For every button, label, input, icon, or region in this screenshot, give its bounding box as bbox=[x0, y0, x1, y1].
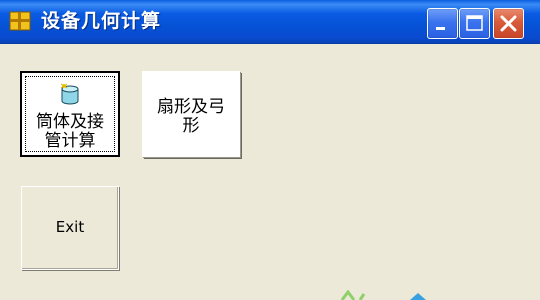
exit-button[interactable]: Exit bbox=[21, 186, 119, 270]
title-bar[interactable]: 设备几何计算 bbox=[0, 0, 540, 44]
sector-segment-button[interactable]: 扇形及弓 形 bbox=[142, 71, 240, 157]
close-button[interactable] bbox=[493, 8, 524, 39]
cylinder-label-line1: 筒体及接 bbox=[36, 112, 104, 132]
window-title: 设备几何计算 bbox=[41, 10, 162, 32]
minimize-icon bbox=[436, 27, 445, 30]
maximize-icon bbox=[466, 15, 483, 31]
minimize-button[interactable] bbox=[427, 8, 458, 39]
sector-label-line1: 扇形及弓 bbox=[157, 97, 225, 117]
exit-label: Exit bbox=[55, 218, 85, 236]
cylinder-icon bbox=[60, 83, 79, 105]
app-window: 设备几何计算 筒体及接 管计算 扇形及弓 形 Exit bbox=[0, 0, 540, 300]
cylinder-nozzle-button[interactable]: 筒体及接 管计算 bbox=[20, 71, 120, 157]
close-icon bbox=[500, 15, 517, 32]
watermark-fragment bbox=[340, 290, 426, 300]
app-icon bbox=[9, 11, 31, 31]
maximize-button[interactable] bbox=[459, 8, 490, 39]
sector-label-line2: 形 bbox=[182, 116, 200, 136]
cylinder-label-line2: 管计算 bbox=[44, 131, 96, 151]
